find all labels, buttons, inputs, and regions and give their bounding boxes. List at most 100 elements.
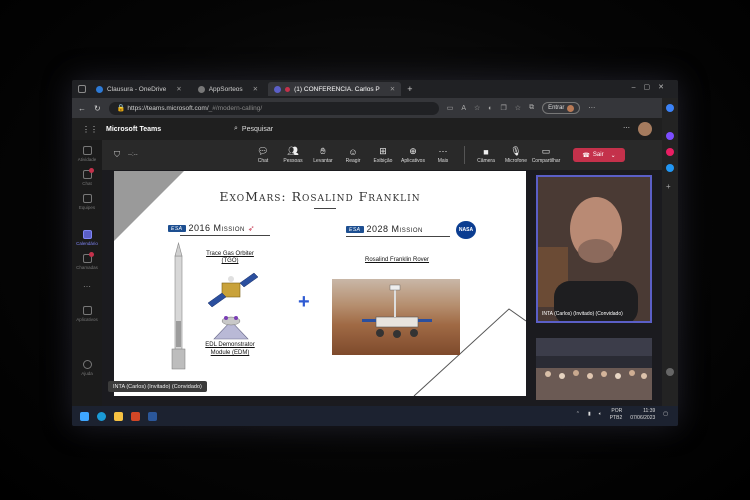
lock-icon: 🔒 [116, 105, 128, 112]
network-icon[interactable]: ▮ [588, 411, 591, 418]
more-options-icon[interactable]: ⋯ [588, 104, 595, 112]
clock[interactable]: 11:39 07/06/2023 [630, 408, 655, 421]
powerpoint-icon[interactable] [131, 411, 140, 421]
chevron-up-icon[interactable]: ⌃ [576, 411, 580, 418]
close-icon[interactable]: ✕ [253, 85, 258, 93]
favorite-star-icon[interactable]: ☆ [474, 104, 480, 112]
camera-button[interactable]: ■ Câmera [471, 147, 501, 164]
windows-start-icon[interactable] [80, 411, 89, 421]
games-icon[interactable] [666, 148, 674, 156]
chat-button[interactable]: 💬︎ Chat [248, 146, 278, 164]
participant-video-tile[interactable]: INTA (Carlos) (Invitado) (Convidado) [536, 175, 652, 323]
plus-sign: + [298, 291, 310, 313]
app-launcher-icon[interactable]: ⋮⋮ [82, 125, 98, 134]
shared-presentation-slide: ExoMars: Rosalind Franklin esa 2016 Miss… [114, 171, 526, 396]
rail-item-calls[interactable]: Chamadas [72, 252, 102, 270]
rail-item-calendar[interactable]: Calendário [72, 230, 102, 246]
bing-icon[interactable] [666, 104, 674, 112]
microphone-button[interactable]: 🎙︎ Microfone [501, 146, 531, 164]
rail-item-activity[interactable]: Atividade [72, 146, 102, 162]
react-button[interactable]: ☺ Reagir [338, 147, 368, 164]
audience-video-tile[interactable] [536, 338, 652, 400]
apps-button[interactable]: ⊕ Aplicativos [398, 146, 428, 164]
rail-label: Equipes [78, 205, 96, 210]
extension-icon[interactable]: ◐ [488, 105, 492, 112]
favorites-icon[interactable]: ☆ [515, 104, 521, 112]
avatar [567, 104, 575, 112]
rail-item-apps[interactable]: Aplicativos [72, 306, 102, 322]
rail-label: Calendário [76, 241, 98, 246]
camera-icon: ■ [483, 146, 489, 157]
sign-in-button[interactable]: Entrar [542, 102, 581, 114]
tab-actions-icon[interactable] [78, 85, 86, 93]
file-explorer-icon[interactable] [114, 411, 123, 421]
camera-permission-icon[interactable]: ▭ [447, 104, 454, 112]
browser-tab-appsorteos[interactable]: AppSorteos ✕ [192, 82, 264, 96]
more-options-icon: ⋯ [83, 282, 91, 291]
word-icon[interactable] [148, 411, 157, 421]
read-aloud-icon[interactable]: A [461, 105, 466, 112]
shield-icon[interactable]: ⛉ [114, 150, 120, 160]
office-icon[interactable] [666, 164, 674, 172]
people-button[interactable]: 👥︎ Pessoas [278, 146, 308, 164]
keyboard-language[interactable]: POR PTB2 [610, 408, 623, 421]
browser-tab-conferencia[interactable]: (1) CONFERENCIA. Carlos P ✕ [268, 82, 402, 96]
hand-icon: ✋︎ [320, 146, 326, 156]
browser-tab-onedrive[interactable]: Clausura - OneDrive ✕ [90, 82, 188, 96]
mission-label: 2028 Mission [366, 224, 423, 234]
raise-hand-button[interactable]: ✋︎ Levantar [308, 146, 338, 164]
rail-label: Atividade [77, 157, 97, 162]
back-icon[interactable]: ← [78, 104, 86, 113]
smile-icon: ☺ [348, 146, 358, 157]
rail-item-help[interactable]: Ajuda [72, 360, 102, 376]
mission-label: 2016 Mission [188, 223, 245, 233]
page-icon [197, 85, 205, 93]
more-button[interactable]: ⋯ Mais [428, 146, 458, 164]
settings-icon[interactable] [666, 368, 674, 376]
teams-icon [82, 194, 92, 203]
more-options-icon[interactable]: ⋯ [623, 124, 630, 132]
url-field[interactable]: 🔒 https://teams.microsoft.com/ _#/modern… [108, 101, 439, 115]
apps-icon [82, 306, 92, 315]
mic-label: Microfone [505, 158, 527, 164]
recording-icon [285, 86, 291, 92]
add-icon[interactable]: + [666, 182, 674, 191]
esa-logo: esa [168, 224, 186, 232]
mission-underline [346, 236, 450, 237]
view-button[interactable]: ⊞ Exibição [368, 146, 398, 164]
edge-icon[interactable] [97, 411, 106, 421]
avatar[interactable] [638, 122, 652, 136]
rover-illustration [362, 284, 432, 338]
search-box[interactable]: ⌕ Pesquisar [234, 125, 273, 133]
tab-label: Clausura - OneDrive [107, 85, 167, 93]
react-label: Reagir [345, 157, 361, 164]
participant-video [538, 177, 650, 321]
close-icon[interactable]: ✕ [176, 85, 181, 93]
address-bar: ← ↻ 🔒 https://teams.microsoft.com/ _#/mo… [72, 98, 678, 118]
add-app-icon: ⊕ [409, 146, 417, 156]
title-underline [314, 208, 336, 209]
volume-icon[interactable]: 🔈︎ [599, 411, 602, 418]
new-tab-icon[interactable]: + [407, 84, 412, 94]
tab-label: (1) CONFERENCIA. Carlos P [294, 85, 380, 93]
search-label: Pesquisar [241, 125, 274, 133]
participant-name: INTA (Carlos) (Invitado) (Convidado) [542, 311, 623, 317]
rail-item-chat[interactable]: Chat [72, 168, 102, 186]
lang-label: POR [611, 408, 623, 414]
teams-header: ⋮⋮ Microsoft Teams ⌕ Pesquisar ⋯ [72, 118, 662, 140]
notifications-icon[interactable]: ▢ [663, 411, 668, 418]
rail-item-more[interactable]: ⋯ [72, 282, 102, 291]
projected-screen: Clausura - OneDrive ✕ AppSorteos ✕ (1) C… [72, 80, 678, 426]
tools-icon[interactable] [666, 132, 674, 140]
window-controls[interactable]: –▢✕ [632, 83, 672, 91]
refresh-icon[interactable]: ↻ [94, 104, 101, 113]
rail-item-teams[interactable]: Equipes [72, 194, 102, 210]
close-icon[interactable]: ✕ [390, 85, 395, 93]
leave-button[interactable]: ☎ Sair ⌄ [573, 148, 625, 162]
share-button[interactable]: ▭ Compartilhar [531, 146, 561, 164]
collections-icon[interactable]: ❐ [501, 104, 507, 112]
rail-label: Chat [82, 181, 92, 186]
collections-icon[interactable]: ⧉ [529, 104, 534, 112]
share-screen-icon: ▭ [541, 146, 551, 156]
time-label: 11:39 [643, 408, 656, 414]
